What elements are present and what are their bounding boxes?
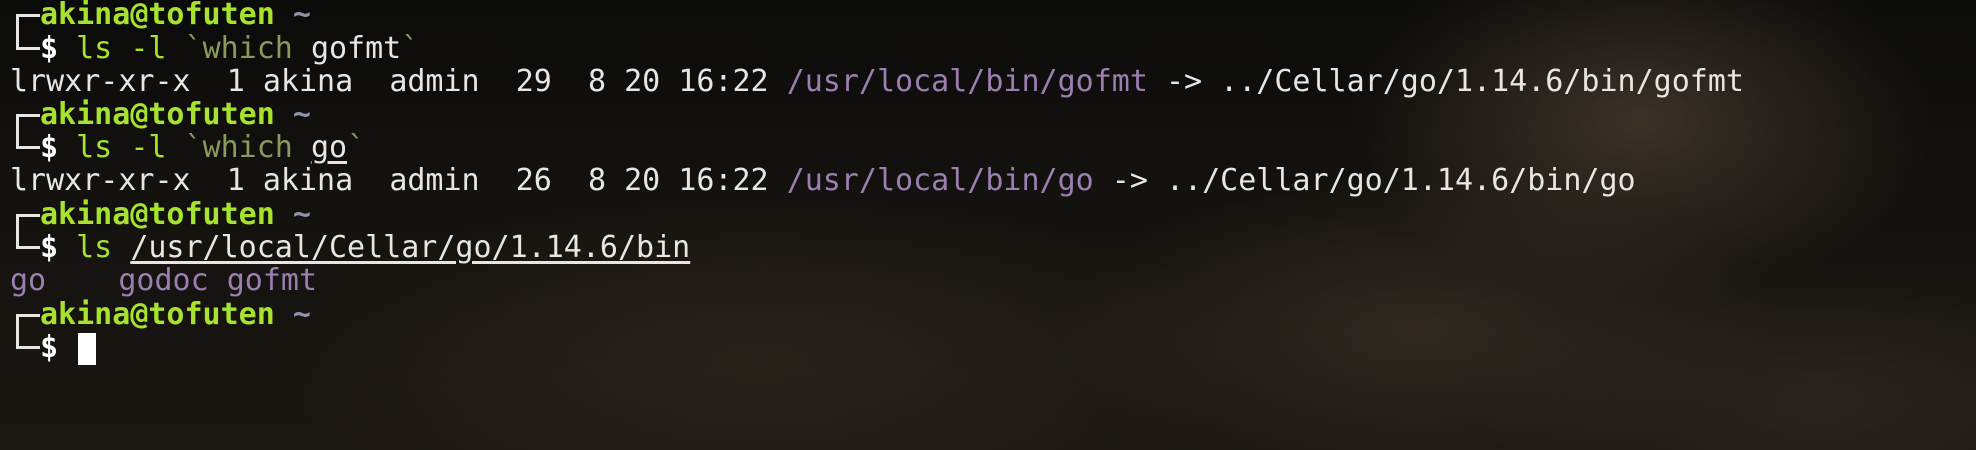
- prompt-corner-bottom: [10, 327, 40, 369]
- symlink-arrow: ->: [1165, 64, 1203, 99]
- symlink-target: ../Cellar/go/1.14.6/bin/gofmt: [1220, 64, 1744, 99]
- symlink-path: /usr/local/bin/go: [786, 163, 1094, 198]
- text-cursor[interactable]: [78, 332, 97, 365]
- command-line-4[interactable]: $: [10, 327, 97, 369]
- file-group: admin: [389, 163, 480, 198]
- prompt-dir: ~: [292, 297, 311, 332]
- ls-item: godoc: [118, 263, 209, 298]
- file-day: 20: [624, 64, 661, 99]
- ls-item: go: [10, 263, 47, 298]
- file-time: 16:22: [678, 64, 769, 99]
- prompt-symbol: $: [40, 330, 59, 365]
- file-group: admin: [389, 64, 480, 99]
- file-day: 20: [624, 163, 661, 198]
- symlink-target: ../Cellar/go/1.14.6/bin/go: [1165, 163, 1636, 198]
- file-owner: akina: [262, 163, 354, 198]
- file-links: 1: [226, 163, 245, 198]
- ls-item: gofmt: [226, 263, 318, 298]
- terminal-window[interactable]: akina@tofuten ~ $ ls -l `which gofmt` lr…: [10, 0, 1966, 450]
- symlink-arrow: ->: [1111, 163, 1148, 198]
- file-time: 16:22: [678, 163, 769, 198]
- symlink-path: /usr/local/bin/gofmt: [786, 64, 1148, 99]
- file-size: 26: [515, 163, 552, 198]
- file-size: 29: [515, 64, 552, 99]
- file-month: 8: [588, 163, 607, 198]
- file-perms: lrwxr-xr-x: [10, 163, 191, 198]
- file-month: 8: [588, 64, 607, 99]
